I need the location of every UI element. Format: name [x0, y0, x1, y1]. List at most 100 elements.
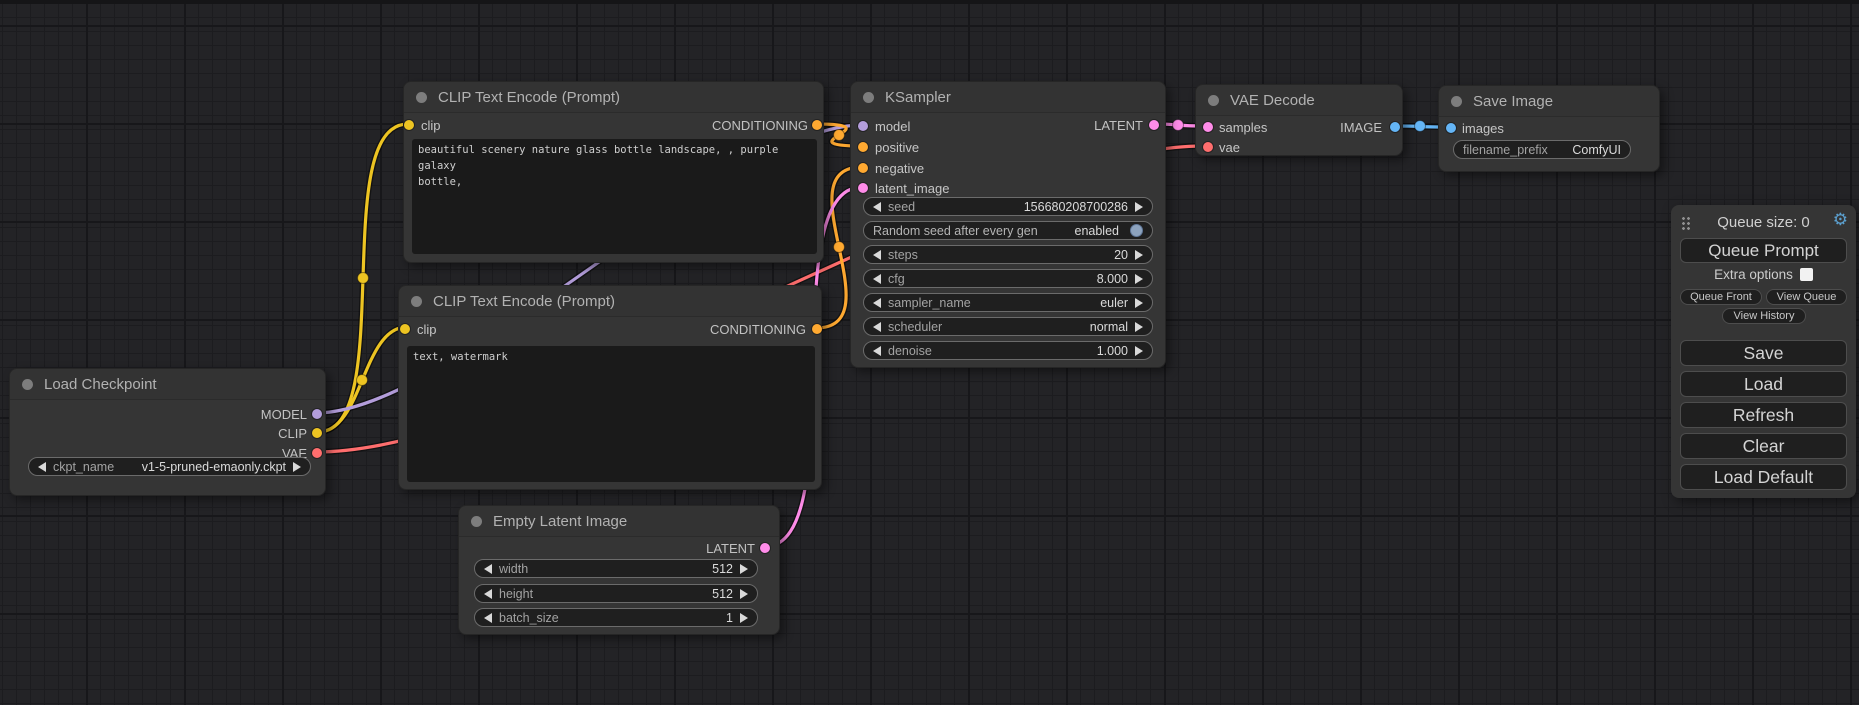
- widget-label: batch_size: [499, 611, 559, 625]
- node-title: VAE Decode: [1230, 92, 1315, 109]
- output-slot-latent[interactable]: [1149, 120, 1159, 130]
- widget-seed[interactable]: seed 156680208700286: [863, 197, 1153, 216]
- input-slot-clip[interactable]: [400, 324, 410, 334]
- node-title-bar[interactable]: Load Checkpoint: [10, 369, 325, 400]
- node-title-bar[interactable]: CLIP Text Encode (Prompt): [399, 286, 821, 317]
- widget-width[interactable]: width 512: [474, 559, 758, 578]
- next-arrow-icon[interactable]: [1135, 274, 1143, 284]
- next-arrow-icon[interactable]: [293, 462, 301, 472]
- gear-icon[interactable]: [1833, 210, 1848, 230]
- queue-menu-panel: Queue size: 0 Queue Prompt Extra options…: [1671, 205, 1856, 498]
- output-label-conditioning: CONDITIONING: [710, 322, 806, 337]
- prev-arrow-icon[interactable]: [873, 322, 881, 332]
- next-arrow-icon[interactable]: [1135, 322, 1143, 332]
- widget-denoise[interactable]: denoise 1.000: [863, 341, 1153, 360]
- view-history-button[interactable]: View History: [1722, 308, 1806, 324]
- widget-label: height: [499, 587, 533, 601]
- next-arrow-icon[interactable]: [740, 564, 748, 574]
- input-slot-samples[interactable]: [1203, 122, 1213, 132]
- node-title-bar[interactable]: Empty Latent Image: [459, 506, 779, 537]
- widget-steps[interactable]: steps 20: [863, 245, 1153, 264]
- output-slot-conditioning[interactable]: [812, 120, 822, 130]
- collapse-dot[interactable]: [22, 379, 33, 390]
- collapse-dot[interactable]: [1208, 95, 1219, 106]
- node-title: Save Image: [1473, 93, 1553, 110]
- node-ksampler: KSampler model positive negative latent_…: [850, 81, 1166, 368]
- widget-cfg[interactable]: cfg 8.000: [863, 269, 1153, 288]
- clear-button[interactable]: Clear: [1680, 433, 1847, 459]
- input-slot-latent-image[interactable]: [858, 183, 868, 193]
- extra-options-checkbox[interactable]: [1800, 268, 1813, 281]
- node-title-bar[interactable]: VAE Decode: [1196, 85, 1402, 116]
- collapse-dot[interactable]: [411, 296, 422, 307]
- widget-label: sampler_name: [888, 296, 971, 310]
- widget-label: ckpt_name: [53, 460, 114, 474]
- extra-options-row: Extra options: [1671, 267, 1856, 282]
- output-slot-conditioning[interactable]: [812, 324, 822, 334]
- collapse-dot[interactable]: [471, 516, 482, 527]
- input-slot-model[interactable]: [858, 121, 868, 131]
- load-default-button[interactable]: Load Default: [1680, 464, 1847, 490]
- node-title-bar[interactable]: KSampler: [851, 82, 1165, 113]
- widget-value: v1-5-pruned-emaonly.ckpt: [142, 460, 286, 474]
- save-button[interactable]: Save: [1680, 340, 1847, 366]
- node-graph-canvas[interactable]: Load Checkpoint MODEL CLIP VAE ckpt_name…: [0, 0, 1859, 705]
- output-slot-clip[interactable]: [312, 428, 322, 438]
- input-label-samples: samples: [1219, 120, 1267, 135]
- widget-ckpt-name[interactable]: ckpt_name v1-5-pruned-emaonly.ckpt: [28, 457, 311, 476]
- next-arrow-icon[interactable]: [1135, 250, 1143, 260]
- output-label-conditioning: CONDITIONING: [712, 118, 808, 133]
- prev-arrow-icon[interactable]: [873, 250, 881, 260]
- output-slot-image[interactable]: [1390, 122, 1400, 132]
- node-title-bar[interactable]: CLIP Text Encode (Prompt): [404, 82, 823, 113]
- next-arrow-icon[interactable]: [1135, 346, 1143, 356]
- next-arrow-icon[interactable]: [1135, 202, 1143, 212]
- prev-arrow-icon[interactable]: [873, 202, 881, 212]
- collapse-dot[interactable]: [1451, 96, 1462, 107]
- node-title: CLIP Text Encode (Prompt): [438, 89, 620, 106]
- next-arrow-icon[interactable]: [1135, 298, 1143, 308]
- input-slot-clip[interactable]: [404, 120, 414, 130]
- input-slot-negative[interactable]: [858, 163, 868, 173]
- load-button[interactable]: Load: [1680, 371, 1847, 397]
- widget-filename-prefix[interactable]: filename_prefix ComfyUI: [1453, 140, 1631, 159]
- prev-arrow-icon[interactable]: [38, 462, 46, 472]
- refresh-button[interactable]: Refresh: [1680, 402, 1847, 428]
- node-title-bar[interactable]: Save Image: [1439, 86, 1659, 117]
- widget-batch-size[interactable]: batch_size 1: [474, 608, 758, 627]
- input-slot-vae[interactable]: [1203, 142, 1213, 152]
- prev-arrow-icon[interactable]: [873, 298, 881, 308]
- output-slot-vae[interactable]: [312, 448, 322, 458]
- toggle-knob-icon[interactable]: [1130, 224, 1143, 237]
- widget-height[interactable]: height 512: [474, 584, 758, 603]
- input-slot-positive[interactable]: [858, 142, 868, 152]
- prev-arrow-icon[interactable]: [484, 564, 492, 574]
- widget-scheduler[interactable]: scheduler normal: [863, 317, 1153, 336]
- queue-prompt-button[interactable]: Queue Prompt: [1680, 238, 1847, 263]
- prompt-textarea[interactable]: text, watermark: [407, 346, 815, 482]
- next-arrow-icon[interactable]: [740, 613, 748, 623]
- prev-arrow-icon[interactable]: [484, 589, 492, 599]
- prev-arrow-icon[interactable]: [873, 274, 881, 284]
- next-arrow-icon[interactable]: [740, 589, 748, 599]
- widget-random-seed-toggle[interactable]: Random seed after every gen enabled: [863, 221, 1153, 240]
- collapse-dot[interactable]: [863, 92, 874, 103]
- widget-label: steps: [888, 248, 918, 262]
- widget-value: 512: [712, 587, 733, 601]
- input-slot-images[interactable]: [1446, 123, 1456, 133]
- queue-front-button[interactable]: Queue Front: [1680, 289, 1762, 305]
- input-label-model: model: [875, 119, 910, 134]
- collapse-dot[interactable]: [416, 92, 427, 103]
- output-slot-latent[interactable]: [760, 543, 770, 553]
- prev-arrow-icon[interactable]: [873, 346, 881, 356]
- node-title: KSampler: [885, 89, 951, 106]
- widget-label: filename_prefix: [1463, 143, 1548, 157]
- output-slot-model[interactable]: [312, 409, 322, 419]
- output-label-model: MODEL: [261, 407, 307, 422]
- node-title: Load Checkpoint: [44, 376, 157, 393]
- prompt-textarea[interactable]: beautiful scenery nature glass bottle la…: [412, 139, 817, 254]
- widget-sampler-name[interactable]: sampler_name euler: [863, 293, 1153, 312]
- widget-label: Random seed after every gen: [873, 224, 1038, 238]
- view-queue-button[interactable]: View Queue: [1766, 289, 1847, 305]
- prev-arrow-icon[interactable]: [484, 613, 492, 623]
